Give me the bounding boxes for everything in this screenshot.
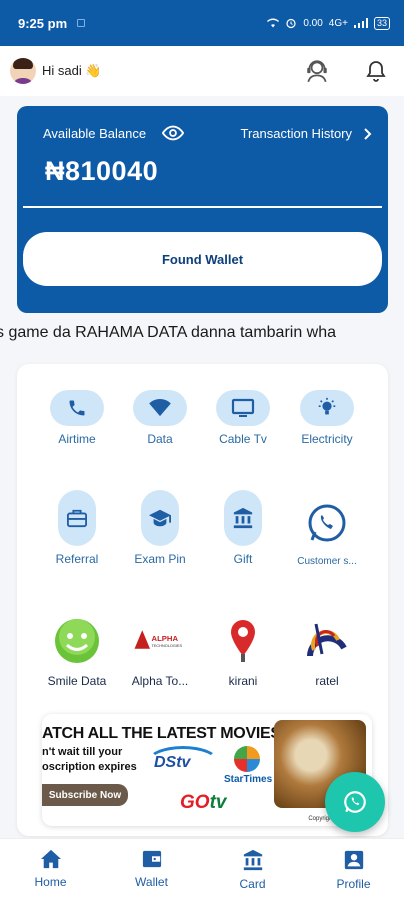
transaction-history-label: Transaction History — [240, 126, 353, 141]
nav-profile[interactable]: Profile — [303, 839, 404, 900]
service-referral[interactable]: Referral — [32, 490, 122, 566]
alpha-logo-sub: TECHNOLOGIES — [152, 644, 183, 648]
ratel-logo — [307, 623, 347, 657]
nav-label: Wallet — [135, 875, 168, 889]
signal-icon — [353, 18, 368, 28]
status-icons: 0.00 4G+ 33 — [267, 16, 390, 30]
notification-icon — [77, 19, 86, 27]
bank-card-icon — [243, 849, 262, 871]
service-ratel[interactable]: ratel — [282, 614, 372, 688]
service-gift[interactable]: Gift — [198, 490, 288, 566]
service-data[interactable]: Data — [115, 390, 205, 446]
service-label: Gift — [233, 552, 253, 566]
alpha-logo-text: ALPHA — [152, 634, 179, 643]
transaction-history-link[interactable]: Transaction History — [241, 126, 373, 141]
service-label: kirani — [228, 674, 258, 688]
nav-label: Profile — [336, 877, 371, 891]
service-electricity[interactable]: Electricity — [282, 390, 372, 446]
service-label: Customer s... — [297, 556, 357, 567]
service-airtime[interactable]: Airtime — [32, 390, 122, 446]
banner-line-1: n't wait till your — [42, 746, 123, 758]
app-header: Hi sadi 👋 — [0, 46, 404, 96]
service-exam-pin[interactable]: Exam Pin — [115, 490, 205, 566]
service-label: Alpha To... — [131, 674, 189, 688]
chevron-right-icon — [364, 127, 372, 140]
balance-label: Available Balance — [43, 126, 147, 141]
service-label: ratel — [315, 674, 339, 688]
marquee-text: s game da RAHAMA DATA danna tambarin wha — [0, 324, 337, 341]
bank-icon — [233, 507, 253, 529]
wifi-status-icon — [267, 18, 280, 28]
wifi-icon — [149, 399, 171, 417]
service-label: Referral — [55, 552, 99, 566]
map-pin-logo — [231, 620, 255, 662]
briefcase-icon — [67, 509, 87, 528]
alpha-logo: ALPHATECHNOLOGIES — [134, 630, 183, 649]
services-card: Airtime Data Cable Tv Electricity Referr… — [17, 364, 388, 836]
service-alpha-topup[interactable]: ALPHA TECHNOLOGIES Alpha To... — [115, 614, 205, 688]
banner-title: ATCH ALL THE LATEST MOVIES — [42, 725, 281, 742]
nav-label: Card — [239, 877, 266, 891]
eye-icon[interactable] — [162, 122, 184, 144]
bottom-nav: Home Wallet Card Profile — [0, 838, 404, 900]
profile-icon — [344, 850, 363, 870]
bulb-icon — [318, 397, 336, 415]
announcement-marquee: s game da RAHAMA DATA danna tambarin wha — [0, 318, 404, 348]
service-label: Exam Pin — [134, 552, 186, 566]
smile-logo — [55, 619, 99, 663]
graduation-cap-icon — [149, 509, 171, 527]
service-kirani[interactable]: kirani — [198, 614, 288, 688]
startimes-text: StarTimes — [224, 774, 273, 785]
status-bar: 9:25 pm 0.00 4G+ 33 — [0, 0, 404, 46]
service-customer-support[interactable]: Customer s... — [282, 496, 372, 567]
gotv-logo: GOtv — [180, 792, 227, 813]
nav-card[interactable]: Card — [202, 839, 303, 900]
divider — [23, 206, 382, 208]
fund-wallet-button[interactable]: Found Wallet — [23, 232, 382, 286]
balance-card: Available Balance Transaction History ₦8… — [17, 106, 388, 313]
battery-icon: 33 — [373, 16, 390, 30]
promo-banner[interactable]: ATCH ALL THE LATEST MOVIES n't wait till… — [42, 714, 372, 826]
nav-wallet[interactable]: Wallet — [101, 839, 202, 900]
whatsapp-icon — [344, 791, 366, 813]
bell-icon[interactable] — [364, 58, 388, 84]
tv-icon — [231, 398, 255, 417]
service-label: Smile Data — [47, 674, 107, 688]
phone-icon — [69, 400, 85, 416]
startimes-logo — [234, 746, 260, 772]
service-label: Cable Tv — [219, 432, 267, 446]
avatar[interactable] — [10, 58, 36, 84]
nav-home[interactable]: Home — [0, 839, 101, 900]
whatsapp-icon — [308, 504, 346, 542]
banner-line-2: oscription expires — [42, 761, 137, 773]
subscribe-now-button[interactable]: Subscribe Now — [42, 784, 128, 806]
network-speed: 0.00 — [303, 17, 323, 29]
network-type: 4G+ — [328, 17, 348, 29]
service-label: Data — [147, 432, 173, 446]
wallet-icon — [142, 850, 161, 868]
nav-label: Home — [34, 875, 67, 889]
service-label: Electricity — [301, 432, 353, 446]
support-agent-icon[interactable] — [304, 58, 330, 84]
service-cable-tv[interactable]: Cable Tv — [198, 390, 288, 446]
service-smile-data[interactable]: Smile Data — [32, 614, 122, 688]
service-label: Airtime — [58, 432, 96, 446]
whatsapp-fab[interactable] — [325, 772, 385, 832]
alarm-icon — [286, 18, 296, 29]
greeting-text: Hi sadi 👋 — [42, 63, 102, 78]
home-icon — [40, 849, 61, 869]
status-time: 9:25 pm — [18, 15, 68, 31]
dstv-logo: DStv — [154, 754, 191, 771]
balance-amount: ₦810040 — [45, 156, 159, 186]
